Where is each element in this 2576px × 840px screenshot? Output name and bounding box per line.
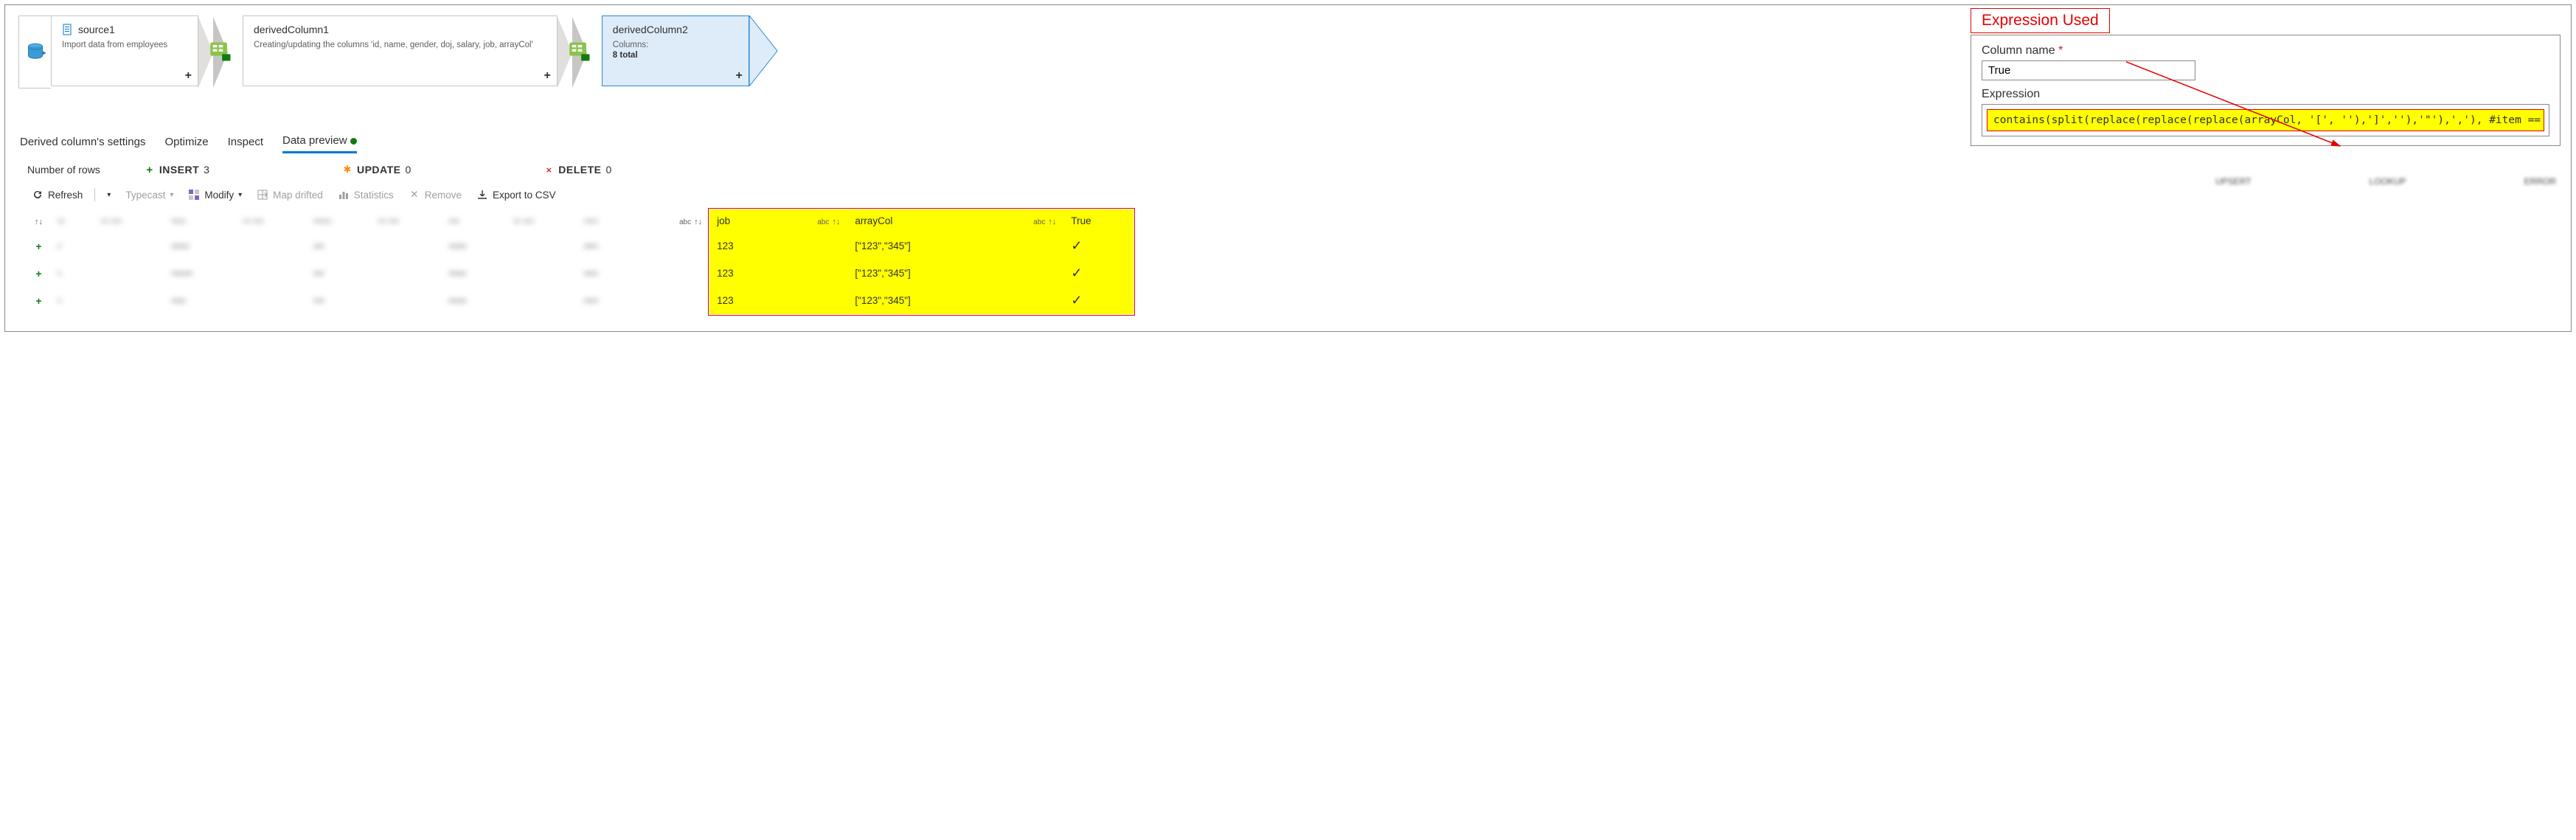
col-header-blurred[interactable]: ▪▪▪▪ (577, 209, 634, 232)
chevron-down-icon: ▾ (170, 191, 173, 199)
table-row: + ▪▪▪▪▪▪▪▪▪▪▪▪▪▪▪▪▪ 123 ["123","345"] ✓ (27, 287, 1133, 314)
node-dc2-title: derivedColumn2 (613, 24, 688, 35)
type-badge: abc (1033, 218, 1048, 226)
add-after-dc2[interactable]: + (735, 69, 742, 83)
star-icon: ✱ (342, 164, 353, 175)
connector-1 (198, 15, 243, 88)
node-derivedColumn2[interactable]: derivedColumn2 Columns: 8 total + (602, 15, 749, 86)
insert-count: + INSERT 3 (145, 164, 209, 176)
cell-job: 123 (709, 260, 772, 287)
sort-icon[interactable]: ↑↓ (832, 218, 840, 226)
tab-inspect[interactable]: Inspect (228, 136, 263, 153)
chevron-down-icon: ▾ (107, 191, 111, 199)
node-derivedColumn1[interactable]: derivedColumn1 Creating/updating the col… (243, 15, 558, 86)
col-header-true[interactable]: True (1063, 209, 1133, 232)
cell-true: ✓ (1063, 260, 1133, 287)
statistics-button[interactable]: Statistics (333, 186, 398, 204)
dataset-icon (62, 24, 74, 35)
cell-arrayCol: ["123","345"] (847, 232, 988, 260)
node-dc2-desc-label: Columns: (613, 41, 649, 49)
col-header-blurred[interactable]: ▪▪ ▪▪▪ (94, 209, 164, 232)
insert-indicator-icon: + (27, 260, 50, 287)
add-after-source1[interactable]: + (185, 69, 192, 83)
tab-optimize[interactable]: Optimize (164, 136, 208, 153)
col-header-blurred[interactable]: ▪▪▪ (441, 209, 506, 232)
derived-column-icon (209, 16, 234, 87)
col-header-blurred[interactable]: ▪▪ (50, 209, 94, 232)
insert-indicator-icon: + (27, 287, 50, 314)
col-header-blurred[interactable]: ▪▪▪▪▪ (306, 209, 371, 232)
col-header-blurred[interactable]: ▪▪ ▪▪▪ (506, 209, 576, 232)
map-drifted-icon (257, 189, 268, 201)
type-badge: abc (679, 218, 694, 226)
cell-job: 123 (709, 232, 772, 260)
derived-column-icon (568, 16, 593, 87)
cell-arrayCol: ["123","345"] (847, 287, 988, 314)
insert-indicator-icon: + (27, 232, 50, 260)
map-drifted-button[interactable]: Map drifted (252, 186, 327, 204)
cell-true: ✓ (1063, 287, 1133, 314)
preview-toolbar: Refresh ▾ Typecast▾ Modify▾ Map drifted … (5, 183, 2571, 206)
refresh-icon (32, 189, 44, 201)
node-source1[interactable]: source1 Import data from employees + (51, 15, 198, 86)
flow-end-arrow (749, 15, 779, 88)
expression-box[interactable]: contains(split(replace(replace(replace(a… (1982, 104, 2549, 136)
table-row: + ▪▪▪▪▪▪▪▪▪▪▪▪▪▪▪▪▪▪ 123 ["123","345"] ✓ (27, 232, 1133, 260)
remove-button[interactable]: ✕ Remove (404, 186, 466, 204)
col-header-blurred[interactable]: ▪▪ ▪▪▪ (371, 209, 441, 232)
node-source1-desc: Import data from employees (62, 40, 174, 50)
col-header-job[interactable]: job (709, 209, 772, 232)
tab-settings[interactable]: Derived column's settings (20, 136, 145, 153)
cell-true: ✓ (1063, 232, 1133, 260)
node-dc1-title: derivedColumn1 (254, 24, 329, 35)
col-header-blurred[interactable]: ▪▪▪▪ (164, 209, 235, 232)
sort-icon[interactable]: ↑↓ (1048, 218, 1056, 226)
data-preview-table-wrap: ↑↓ ▪▪ ▪▪ ▪▪▪ ▪▪▪▪ ▪▪ ▪▪▪ ▪▪▪▪▪ ▪▪ ▪▪▪ ▪▪… (5, 206, 2571, 316)
plus-icon: + (145, 164, 155, 175)
node-dc1-desc: Creating/updating the columns 'id, name,… (254, 40, 533, 50)
expression-annotation-group: Expression Used Column name * Expression… (1971, 8, 2561, 146)
col-header-arrayCol[interactable]: arrayCol (847, 209, 988, 232)
connector-2 (558, 15, 602, 88)
add-after-dc1[interactable]: + (544, 69, 550, 83)
modify-button[interactable]: Modify▾ (184, 186, 246, 204)
type-badge: abc (817, 218, 832, 226)
database-icon (25, 42, 46, 63)
chevron-down-icon: ▾ (238, 191, 242, 199)
sort-icon[interactable]: ↑↓ (694, 218, 702, 226)
table-row: + ▪▪▪▪▪▪▪▪▪▪▪▪▪▪▪▪▪▪▪ 123 ["123","345"] … (27, 260, 1133, 287)
node-source1-title: source1 (78, 24, 115, 35)
sort-icon[interactable]: ↑↓ (35, 218, 43, 226)
expression-label: Expression (1982, 88, 2549, 101)
rows-label: Number of rows (27, 164, 100, 176)
table-header-row: ↑↓ ▪▪ ▪▪ ▪▪▪ ▪▪▪▪ ▪▪ ▪▪▪ ▪▪▪▪▪ ▪▪ ▪▪▪ ▪▪… (27, 209, 1133, 232)
preview-status-dot (350, 138, 357, 145)
column-name-input[interactable] (1982, 60, 2195, 80)
expression-used-label: Expression Used (1971, 8, 2110, 33)
download-icon (476, 189, 488, 201)
expression-code: contains(split(replace(replace(replace(a… (1987, 109, 2544, 131)
cell-arrayCol: ["123","345"] (847, 260, 988, 287)
export-csv-button[interactable]: Export to CSV (472, 186, 560, 204)
modify-icon (188, 189, 200, 201)
delete-count: × DELETE 0 (544, 164, 611, 176)
update-count: ✱ UPDATE 0 (342, 164, 411, 176)
node-dc2-desc-value: 8 total (613, 51, 638, 60)
cell-job: 123 (709, 287, 772, 314)
remove-icon: ✕ (409, 189, 420, 201)
x-icon: × (544, 164, 554, 175)
tab-data-preview[interactable]: Data preview (282, 134, 357, 153)
statistics-icon (338, 189, 350, 201)
expression-panel: Column name * Expression contains(split(… (1971, 35, 2561, 146)
app-frame: source1 Import data from employees + der… (4, 4, 2572, 332)
data-preview-table: ↑↓ ▪▪ ▪▪ ▪▪▪ ▪▪▪▪ ▪▪ ▪▪▪ ▪▪▪▪▪ ▪▪ ▪▪▪ ▪▪… (27, 209, 1133, 314)
refresh-dropdown[interactable]: ▾ (103, 188, 115, 202)
source-db-icon-box (18, 15, 51, 88)
row-counts: Number of rows + INSERT 3 ✱ UPDATE 0 × D… (5, 153, 2571, 183)
column-name-label: Column name (1982, 44, 2055, 57)
col-header-blurred[interactable]: ▪▪ ▪▪▪ (236, 209, 306, 232)
refresh-button[interactable]: Refresh (27, 186, 87, 204)
typecast-button[interactable]: Typecast▾ (121, 187, 178, 204)
status-strip-blurred: UPSERTLOOKUPERROR (2215, 176, 2556, 187)
